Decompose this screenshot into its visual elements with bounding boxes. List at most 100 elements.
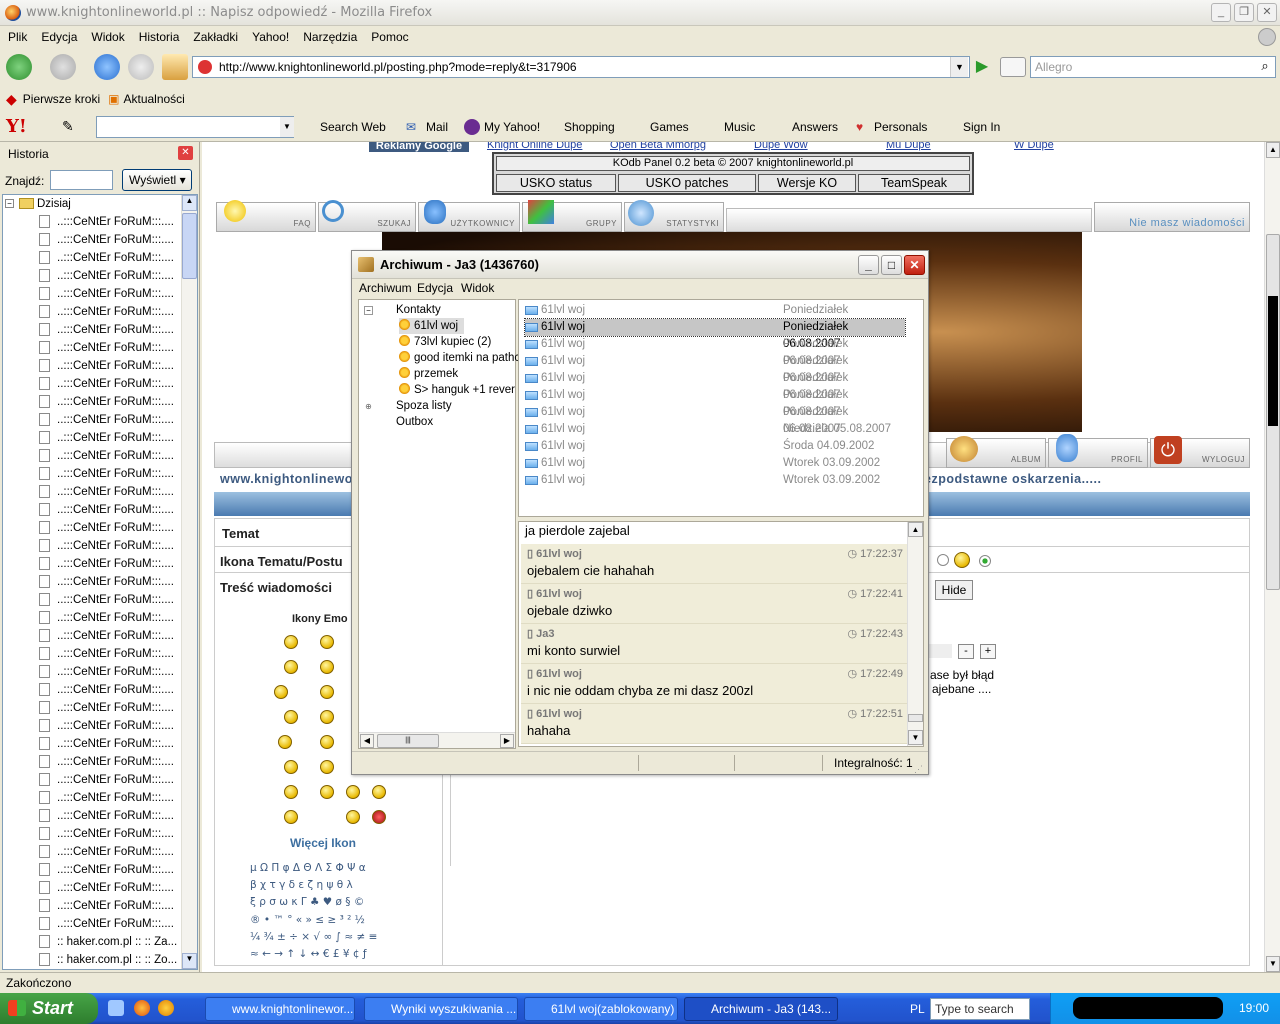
smiley-icon[interactable] [320,785,334,799]
conversation-row[interactable]: 61lvl woj Środa 04.09.2002 [525,438,905,455]
menu-plik[interactable]: Plik [8,30,27,44]
history-item[interactable]: ..:::CeNtEr FoRuM:::.... [3,843,197,861]
breadcrumb[interactable]: www.knightonlinewo [220,472,353,486]
language-indicator[interactable]: PL [910,1002,925,1016]
menu-narzedzia[interactable]: Narzędzia [303,30,357,44]
maximize-button[interactable]: ❐ [1234,3,1254,22]
menu-historia[interactable]: Historia [139,30,180,44]
yahoo-personals[interactable]: Personals [874,120,927,134]
history-item[interactable]: ..:::CeNtEr FoRuM:::.... [3,807,197,825]
taskbar-search-input[interactable]: Type to search [930,998,1030,1020]
tree-contacts[interactable]: Kontakty [396,302,441,318]
history-item[interactable]: ..:::CeNtEr FoRuM:::.... [3,519,197,537]
page-scrollbar[interactable]: ▲ ▼ [1264,142,1280,972]
history-item[interactable]: ..:::CeNtEr FoRuM:::.... [3,321,197,339]
smiley-icon[interactable] [346,785,360,799]
smiley-icon[interactable] [346,810,360,824]
tree-off-list[interactable]: Spoza listy [396,398,452,414]
archive-menu-widok[interactable]: Widok [461,279,494,297]
history-item[interactable]: ..:::CeNtEr FoRuM:::.... [3,447,197,465]
smiley-icon[interactable] [320,710,334,724]
yahoo-logo-icon[interactable]: Y! [6,116,27,137]
link-mu-dupe[interactable]: Mu Dupe [886,142,931,151]
history-item[interactable]: ..:::CeNtEr FoRuM:::.... [3,267,197,285]
smiley-icon[interactable] [320,660,334,674]
tree-contact-73lvl[interactable]: 73lvl kupiec (2) [399,334,491,350]
history-item[interactable]: ..:::CeNtEr FoRuM:::.... [3,861,197,879]
smiley-icon[interactable] [372,810,386,824]
smiley-icon[interactable] [320,635,334,649]
history-item[interactable]: ..:::CeNtEr FoRuM:::.... [3,825,197,843]
link-w-dupe[interactable]: W Dupe [1014,142,1054,151]
usko-patches-button[interactable]: USKO patches [618,174,756,192]
history-item[interactable]: ..:::CeNtEr FoRuM:::.... [3,375,197,393]
tree-contact-przemek[interactable]: przemek [399,366,458,382]
history-item[interactable]: ..:::CeNtEr FoRuM:::.... [3,771,197,789]
history-item[interactable]: ..:::CeNtEr FoRuM:::.... [3,303,197,321]
menu-zakladki[interactable]: Zakładki [193,30,238,44]
history-item[interactable]: ..:::CeNtEr FoRuM:::.... [3,645,197,663]
url-field[interactable]: http://www.knightonlineworld.pl/posting.… [192,56,970,78]
go-button[interactable]: ▶ [972,57,992,77]
history-item[interactable]: ..:::CeNtEr FoRuM:::.... [3,717,197,735]
no-messages-link[interactable]: Nie masz wiadomości [1094,202,1250,232]
history-item[interactable]: ..:::CeNtEr FoRuM:::.... [3,249,197,267]
smiley-icon[interactable] [284,635,298,649]
bookmark-news[interactable]: Aktualności [123,92,184,106]
history-item[interactable]: ..:::CeNtEr FoRuM:::.... [3,735,197,753]
history-item[interactable]: ..:::CeNtEr FoRuM:::.... [3,501,197,519]
smiley-icon[interactable] [284,710,298,724]
archive-minimize-button[interactable]: _ [858,255,879,275]
history-item[interactable]: ..:::CeNtEr FoRuM:::.... [3,681,197,699]
conversation-row[interactable]: 61lvl woj Niedziela 05.08.2007 [525,421,905,438]
yahoo-search-input[interactable] [96,116,294,138]
conversation-row[interactable]: 61lvl woj Wtorek 03.09.2002 [525,455,905,472]
history-item[interactable]: ..:::CeNtEr FoRuM:::.... [3,609,197,627]
history-item[interactable]: ..:::CeNtEr FoRuM:::.... [3,753,197,771]
history-item[interactable]: ..:::CeNtEr FoRuM:::.... [3,789,197,807]
url-dropdown-icon[interactable]: ▼ [950,57,968,77]
yahoo-search-dropdown-icon[interactable]: ▼ [280,117,294,137]
link-beta-mmorpg[interactable]: Open Beta Mmorpg [610,142,706,151]
history-item[interactable]: ..:::CeNtEr FoRuM:::.... [3,699,197,717]
history-item[interactable]: ..:::CeNtEr FoRuM:::.... [3,897,197,915]
home-button[interactable] [162,54,188,80]
history-item[interactable]: :: haker.com.pl :: :: Za... [3,933,197,951]
history-item[interactable]: ..:::CeNtEr FoRuM:::.... [3,285,197,303]
collapse-icon[interactable]: − [364,306,373,315]
history-item[interactable]: ..:::CeNtEr FoRuM:::.... [3,879,197,897]
history-item[interactable]: ..:::CeNtEr FoRuM:::.... [3,591,197,609]
topic-icon-radio[interactable] [937,554,949,566]
smiley-icon[interactable] [284,760,298,774]
close-button[interactable]: ✕ [1257,3,1277,22]
smiley-icon[interactable] [320,735,334,749]
yahoo-sign-in[interactable]: Sign In [963,120,1000,134]
usko-status-button[interactable]: USKO status [496,174,616,192]
yahoo-mail[interactable]: Mail [426,120,448,134]
history-item[interactable]: ..:::CeNtEr FoRuM:::.... [3,483,197,501]
history-item[interactable]: ..:::CeNtEr FoRuM:::.... [3,231,197,249]
find-input[interactable] [50,170,113,190]
archive-close-button[interactable]: ✕ [904,255,925,275]
reload-button[interactable] [94,54,120,80]
special-chars-table[interactable]: μ Ω Π φ Δ Θ Λ Σ Φ Ψ α β χ τ γ δ ε ζ η ψ … [250,860,377,963]
stop-button[interactable] [128,54,154,80]
history-item[interactable]: :: haker.com.pl :: :: Zo... [3,951,197,969]
back-button[interactable] [6,54,32,80]
view-button[interactable]: Wyświetl ▾ [122,169,192,191]
history-item[interactable]: ..:::CeNtEr FoRuM:::.... [3,411,197,429]
smiley-icon[interactable] [274,685,288,699]
folder-today[interactable]: − Dzisiaj [3,195,197,213]
start-button[interactable]: Start [0,993,98,1024]
smiley-icon[interactable] [284,810,298,824]
minimize-button[interactable]: _ [1211,3,1231,22]
link-knight-dupe[interactable]: Knight Online Dupe [487,142,582,151]
yahoo-games[interactable]: Games [650,120,689,134]
history-item[interactable]: ..:::CeNtEr FoRuM:::.... [3,393,197,411]
yahoo-search-web[interactable]: Search Web [320,120,386,134]
sidebar-close-icon[interactable]: ✕ [178,146,193,160]
tree-contact-good-itemki[interactable]: good itemki na pathc [399,350,520,366]
search-icon[interactable]: ⌕ [1256,58,1274,76]
smiley-icon[interactable] [284,660,298,674]
history-item[interactable]: ..:::CeNtEr FoRuM:::.... [3,213,197,231]
